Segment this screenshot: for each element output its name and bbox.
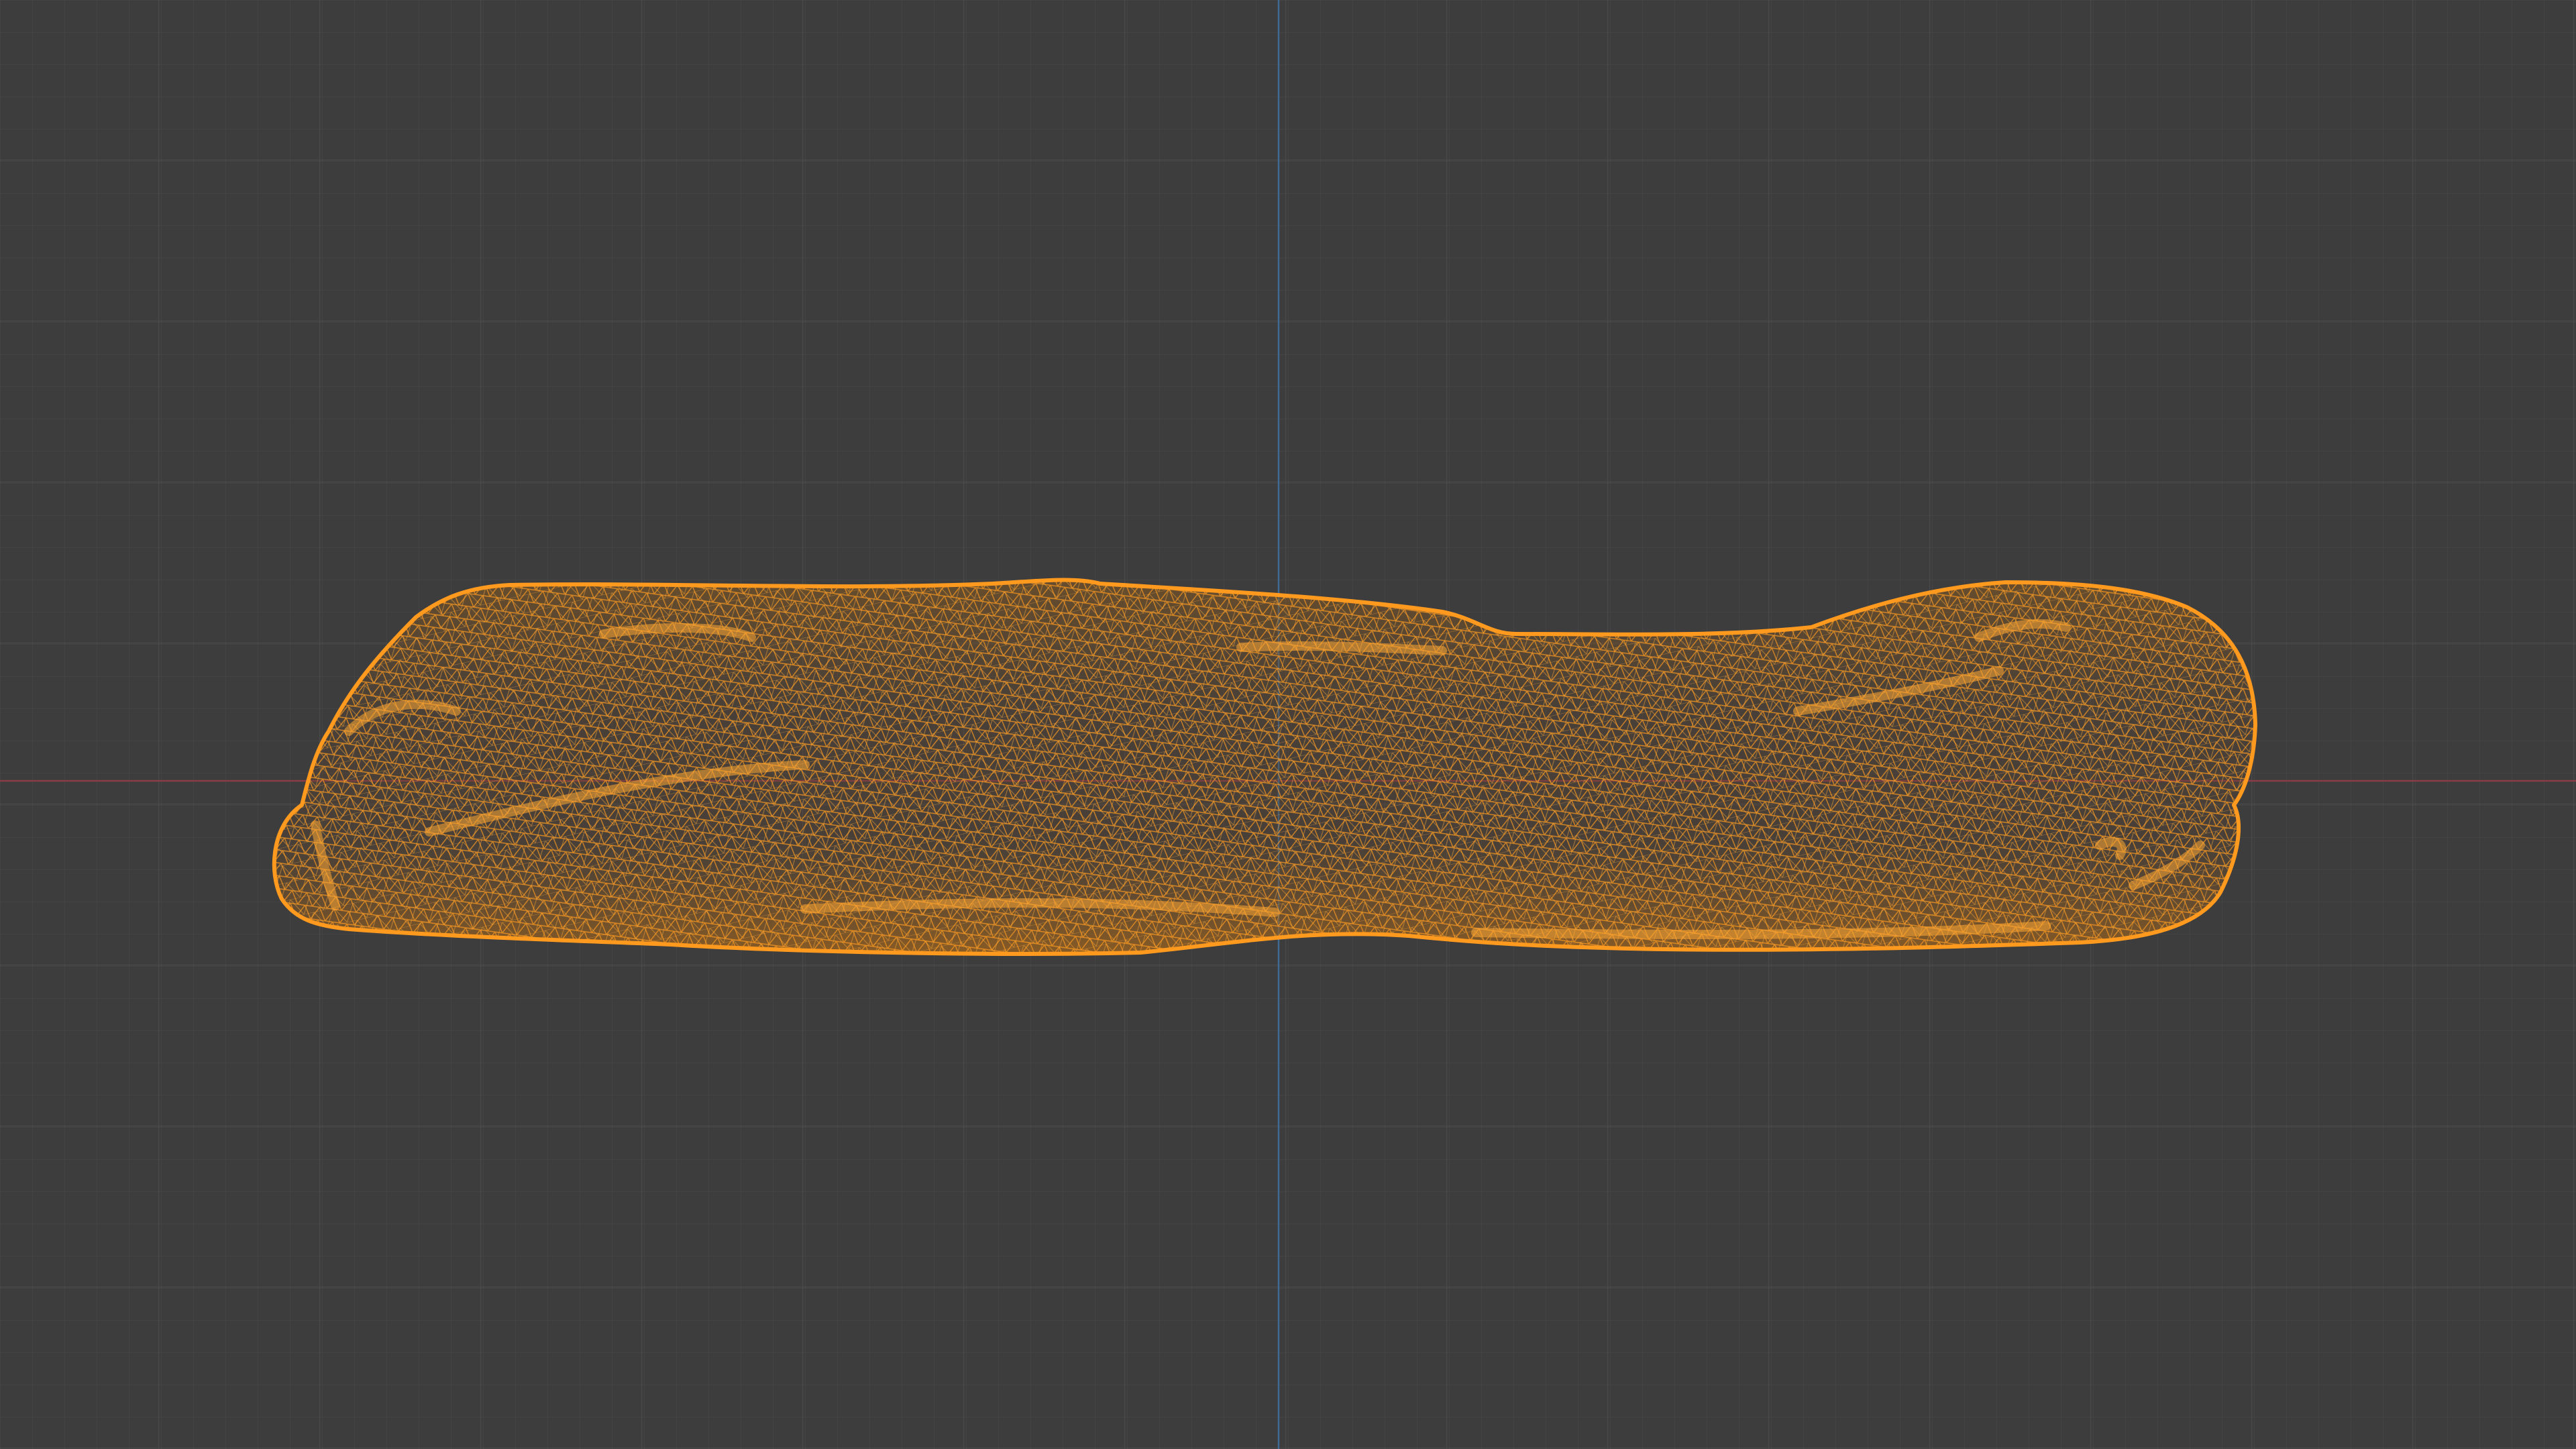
3d-viewport[interactable] [0,0,2576,1449]
viewport-canvas[interactable] [0,0,2576,1449]
wireframe-mesh[interactable] [255,564,2281,966]
mesh-triangles [274,580,2255,954]
mesh-fold-highlight [1236,641,1447,655]
